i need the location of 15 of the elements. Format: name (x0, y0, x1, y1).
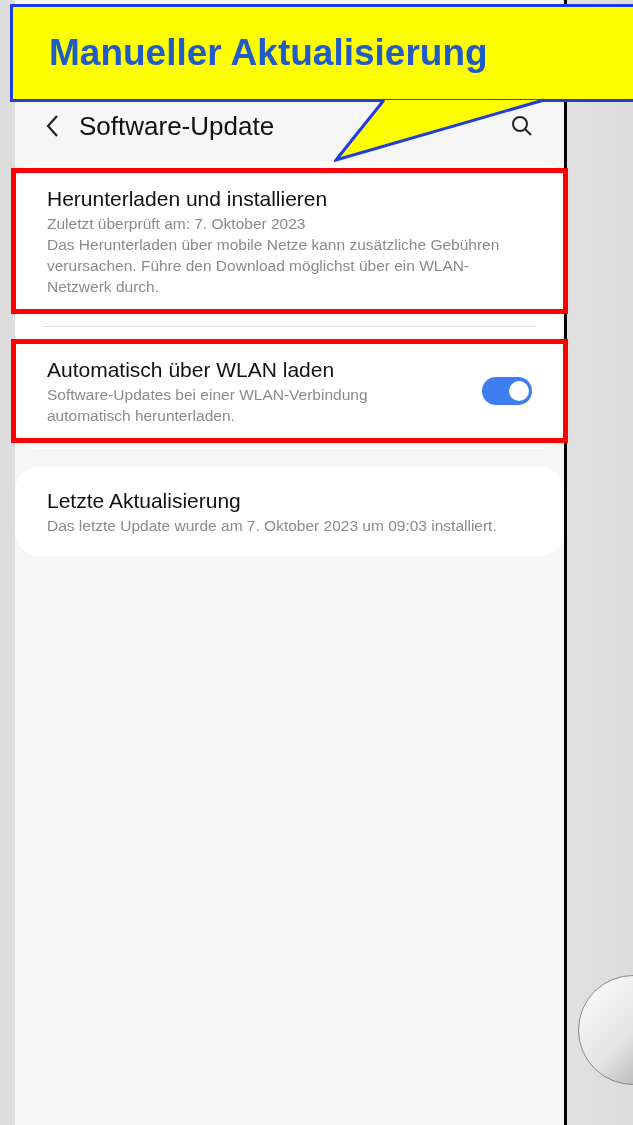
highlighted-setting[interactable]: Automatisch über WLAN laden Software-Updates bei einer WLAN-Verbindung automatisch herunterladen. (11, 339, 568, 443)
callout-text: Manueller Aktualisierung (49, 31, 488, 76)
back-icon[interactable] (45, 114, 59, 138)
setting-title: Letzte Aktualisierung (47, 488, 242, 514)
setting-title: Automatisch über WLAN laden (47, 357, 336, 383)
setting-description: Zuletzt überprüft am: 7. Oktober 2023 (47, 214, 307, 234)
search-icon[interactable] (510, 114, 534, 138)
setting-item[interactable]: Letzte Aktualisierung Das letzte Update wurde am 7. Oktober 2023 um 09:03 installiert. (15, 473, 564, 550)
setting-description: Das Herunterladen über mobile Netze kann zusätzliche Gebühren verursachen. Führe den Download möglichst über ein WLAN-Netzwerk durch. (47, 235, 501, 297)
setting-description: Software-Updates bei einer WLAN-Verbindung automatisch herunterladen. (47, 385, 369, 426)
setting-title: Herunterladen und installieren (47, 186, 329, 212)
toggle-switch[interactable] (482, 377, 532, 405)
page-title: Software-Update (79, 109, 275, 143)
setting-description: Das letzte Update wurde am 7. Oktober 2023 um 09:03 installiert. (47, 516, 498, 536)
highlighted-setting[interactable] (11, 168, 568, 314)
